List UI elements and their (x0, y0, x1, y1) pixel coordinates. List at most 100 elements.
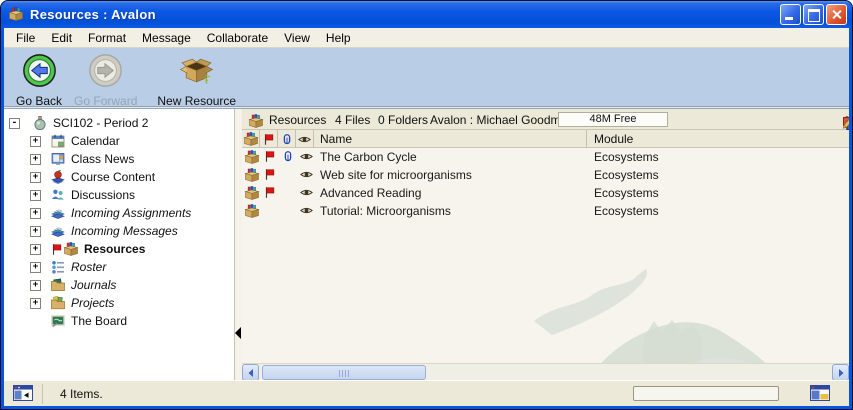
menu-item-message[interactable]: Message (134, 29, 199, 47)
collapse-arrow-icon[interactable] (235, 327, 241, 339)
panel-splitter[interactable] (235, 109, 242, 380)
menu-item-collaborate[interactable]: Collaborate (199, 29, 276, 47)
eye-icon[interactable] (299, 167, 315, 183)
go-forward-button[interactable]: Go Forward (70, 53, 141, 108)
resource-name[interactable]: Advanced Reading (320, 186, 421, 200)
collapse-icon[interactable]: - (9, 118, 20, 129)
tree-item-label: Roster (71, 260, 106, 274)
incoming-books-icon (50, 223, 66, 239)
resource-name[interactable]: Web site for microorganisms (320, 168, 472, 182)
eye-icon[interactable] (299, 203, 315, 219)
flag-icon (263, 185, 279, 201)
expand-icon[interactable]: + (30, 226, 41, 237)
flag-icon (50, 242, 63, 256)
tree-item-label: The Board (71, 314, 127, 328)
free-space-indicator: 48M Free (558, 112, 668, 127)
expand-icon[interactable]: + (30, 244, 41, 255)
server-user-label: Avalon : Michael Goodman (430, 113, 574, 127)
tree-item-course-content[interactable]: + Course Content (4, 168, 234, 186)
panel-toggle-icon[interactable] (13, 385, 33, 401)
menu-item-file[interactable]: File (8, 29, 43, 47)
scroll-right-icon[interactable] (832, 364, 849, 380)
new-resource-button[interactable]: New Resource (153, 53, 240, 108)
title-bar[interactable]: Resources : Avalon (1, 1, 852, 28)
tree-root-label: SCI102 - Period 2 (53, 116, 148, 130)
resource-name[interactable]: Tutorial: Microorganisms (320, 204, 451, 218)
avalon-watermark (532, 259, 812, 380)
course-content-icon (50, 169, 66, 185)
go-back-label: Go Back (16, 94, 62, 108)
resource-name[interactable]: The Carbon Cycle (320, 150, 417, 164)
column-name[interactable]: Name (320, 132, 352, 146)
resource-row-web-site-for-microorganisms[interactable]: Web site for microorganismsEcosystems (242, 166, 849, 184)
eye-column-icon[interactable] (296, 130, 314, 148)
tree-item-journals[interactable]: + Journals (4, 276, 234, 294)
paperclip-column-icon[interactable] (278, 130, 296, 148)
tree-item-roster[interactable]: + Roster (4, 258, 234, 276)
pencil-icon[interactable] (841, 115, 849, 131)
tree-item-resources[interactable]: + Resources (4, 240, 234, 258)
tree-item-incoming-messages[interactable]: + Incoming Messages (4, 222, 234, 240)
board-icon (50, 313, 66, 329)
flag-column-icon[interactable] (260, 130, 278, 148)
tree-item-label: Class News (71, 152, 134, 166)
minimize-button[interactable] (780, 4, 801, 25)
tree-item-label: Incoming Messages (71, 224, 178, 238)
menu-bar: FileEditFormatMessageCollaborateViewHelp (4, 28, 849, 48)
expand-icon[interactable]: + (30, 154, 41, 165)
list-column-header[interactable]: Name Module (242, 130, 849, 148)
tree-item-label: Discussions (71, 188, 135, 202)
tree-item-projects[interactable]: +Projects (4, 294, 234, 312)
main-area: - SCI102 - Period 2 +Calendar+Class News… (4, 108, 849, 380)
tree-item-discussions[interactable]: + Discussions (4, 186, 234, 204)
tree-item-label: Course Content (71, 170, 155, 184)
horizontal-scrollbar[interactable] (242, 363, 849, 380)
tree-item-label: Resources (84, 242, 145, 256)
resource-module: Ecosystems (594, 150, 659, 164)
resource-box-icon (248, 113, 264, 129)
expand-icon[interactable]: + (30, 262, 41, 273)
go-forward-label: Go Forward (74, 94, 137, 108)
expand-icon[interactable]: + (30, 172, 41, 183)
menu-item-view[interactable]: View (276, 29, 318, 47)
resource-box-icon (244, 185, 260, 201)
tree-item-the-board[interactable]: +The Board (4, 312, 234, 330)
resource-box-icon[interactable] (242, 130, 260, 148)
tree-item-calendar[interactable]: +Calendar (4, 132, 234, 150)
class-flask-icon (32, 115, 48, 131)
scroll-left-icon[interactable] (242, 364, 259, 380)
expand-icon[interactable]: + (30, 190, 41, 201)
resource-row-the-carbon-cycle[interactable]: The Carbon Cycle Ecosystems (242, 148, 849, 166)
go-back-button[interactable]: Go Back (12, 53, 66, 108)
expand-icon[interactable]: + (30, 280, 41, 291)
app-window: Resources : Avalon FileEditFormatMessage… (0, 0, 853, 410)
layout-toggle-icon[interactable] (810, 385, 830, 401)
resource-row-advanced-reading[interactable]: Advanced Reading Ecosystems (242, 184, 849, 202)
tree-item-label: Incoming Assignments (71, 206, 191, 220)
expand-icon[interactable]: + (30, 208, 41, 219)
close-button[interactable] (826, 4, 847, 25)
maximize-button[interactable] (803, 4, 824, 25)
items-count-text: 4 Items. (60, 387, 103, 401)
menu-item-help[interactable]: Help (318, 29, 359, 47)
eye-icon[interactable] (299, 185, 315, 201)
tree-item-class-news[interactable]: + Class News (4, 150, 234, 168)
column-divider[interactable] (586, 130, 587, 148)
menu-item-format[interactable]: Format (80, 29, 134, 47)
journals-icon (50, 277, 66, 293)
tree-item-incoming-assignments[interactable]: + Incoming Assignments (4, 204, 234, 222)
resource-module: Ecosystems (594, 186, 659, 200)
menu-item-edit[interactable]: Edit (43, 29, 80, 47)
tree-root-sci102[interactable]: - SCI102 - Period 2 (4, 114, 234, 132)
projects-icon (50, 295, 66, 311)
eye-icon[interactable] (299, 149, 315, 165)
expand-icon[interactable]: + (30, 298, 41, 309)
tree-item-label: Journals (71, 278, 116, 292)
expand-icon[interactable]: + (30, 136, 41, 147)
column-module[interactable]: Module (594, 132, 633, 146)
resource-box-icon (244, 167, 260, 183)
new-resource-icon (179, 53, 214, 93)
scrollbar-thumb[interactable] (262, 365, 426, 380)
status-bar: 4 Items. (4, 380, 849, 406)
resource-row-tutorial-microorganisms[interactable]: Tutorial: MicroorganismsEcosystems (242, 202, 849, 220)
